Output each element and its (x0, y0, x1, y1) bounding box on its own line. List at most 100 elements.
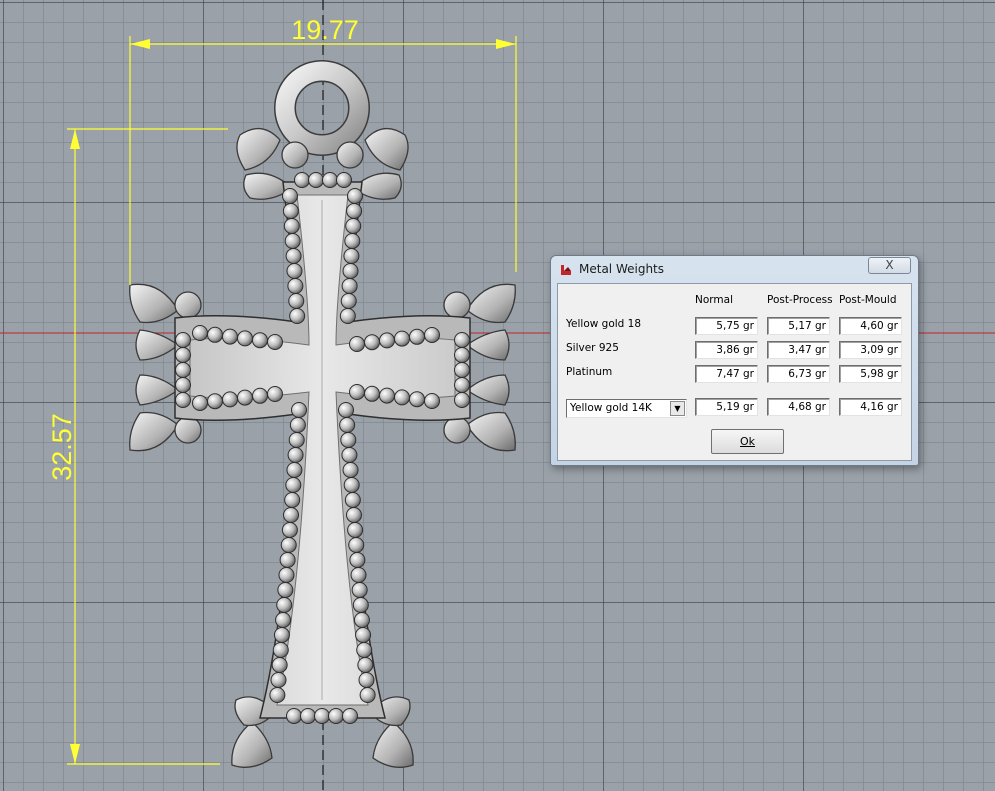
bead (394, 330, 410, 347)
bead (269, 687, 286, 703)
bead (339, 308, 356, 324)
close-icon: X (885, 258, 894, 272)
bead (328, 708, 344, 724)
bead (192, 325, 208, 341)
cross-pendant-model[interactable] (129, 60, 516, 768)
bead (341, 278, 358, 294)
dialog-titlebar[interactable]: Metal Weights X (551, 256, 918, 283)
bead (288, 293, 305, 309)
platinum-post-mould-field[interactable]: 5,98 gr (839, 365, 902, 383)
bead (454, 377, 470, 393)
bead (281, 522, 298, 538)
silver-925-post-mould-field[interactable]: 3,09 gr (839, 341, 902, 359)
bead (454, 347, 470, 363)
bead (364, 385, 380, 402)
bead (356, 642, 373, 658)
bead (282, 188, 298, 204)
close-button[interactable]: X (868, 257, 911, 274)
bead (267, 334, 283, 350)
bead (285, 477, 302, 493)
bead (322, 172, 338, 188)
column-header-post-mould: Post-Mould (839, 294, 897, 306)
column-header-normal: Normal (695, 294, 733, 306)
bead (278, 567, 295, 583)
bead (364, 334, 380, 351)
bead (284, 233, 301, 249)
bead (291, 402, 307, 418)
bead (343, 248, 360, 264)
bead (350, 567, 367, 583)
bead (252, 387, 268, 404)
bead (454, 392, 470, 408)
bead (287, 278, 304, 294)
silver-925-normal-field[interactable]: 3,86 gr (695, 341, 758, 359)
yellow-gold-18-post-process-field[interactable]: 5,17 gr (767, 317, 830, 335)
dialog-title: Metal Weights (579, 262, 665, 276)
width-dimension-label: 19.77 (291, 15, 359, 45)
bead (252, 332, 268, 349)
bead (175, 347, 191, 363)
row-label-yellow-gold-18: Yellow gold 18 (566, 318, 642, 330)
bead (300, 708, 316, 724)
dialog-client-area: Normal Post-Process Post-Mould Yellow go… (557, 283, 912, 461)
bead (286, 263, 303, 279)
cross-plate (189, 194, 456, 706)
bead (347, 188, 363, 204)
custom-metal-post-mould-field[interactable]: 4,16 gr (839, 398, 902, 416)
custom-metal-normal-field[interactable]: 5,19 gr (695, 398, 758, 416)
bead (342, 462, 359, 478)
platinum-normal-field[interactable]: 7,47 gr (695, 365, 758, 383)
bead (285, 248, 302, 264)
ok-button-label: Ok (739, 435, 756, 448)
bead (424, 327, 440, 343)
bead (288, 432, 305, 448)
silver-925-post-process-field[interactable]: 3,47 gr (767, 341, 830, 359)
bead (349, 552, 366, 568)
bead (338, 402, 354, 418)
bead (358, 672, 375, 688)
bead (294, 172, 310, 188)
bead (344, 233, 361, 249)
bead (222, 328, 238, 345)
bead (314, 708, 330, 724)
bead (284, 492, 301, 508)
bead (340, 432, 357, 448)
bead (409, 391, 425, 408)
bead (353, 612, 370, 628)
column-header-post-process: Post-Process (767, 294, 833, 306)
bead (343, 477, 360, 493)
bead (175, 332, 191, 348)
bead (351, 582, 368, 598)
platinum-post-process-field[interactable]: 6,73 gr (767, 365, 830, 383)
bead (287, 447, 304, 463)
bead (207, 326, 223, 343)
bead (336, 172, 352, 188)
ok-button[interactable]: Ok (711, 429, 784, 454)
bead (394, 389, 410, 406)
custom-metal-post-process-field[interactable]: 4,68 gr (767, 398, 830, 416)
bead (279, 552, 296, 568)
bead (342, 708, 358, 724)
bead (286, 462, 303, 478)
bead (308, 172, 324, 188)
bead (342, 263, 359, 279)
yellow-gold-18-post-mould-field[interactable]: 4,60 gr (839, 317, 902, 335)
metal-weights-dialog[interactable]: Metal Weights X Normal Post-Process Post… (550, 255, 919, 466)
bead (357, 657, 374, 673)
bead (454, 332, 470, 348)
height-dimension-label: 32.57 (47, 413, 77, 481)
bead (359, 687, 376, 703)
bead (282, 203, 299, 219)
bead (289, 308, 306, 324)
metal-select-dropdown[interactable]: Yellow gold 14K ▼ (566, 399, 687, 418)
dialog-app-icon (561, 265, 571, 275)
bead (280, 537, 297, 553)
bead (349, 336, 365, 352)
bead (283, 507, 300, 523)
bead (222, 391, 238, 408)
yellow-gold-18-normal-field[interactable]: 5,75 gr (695, 317, 758, 335)
bead (346, 203, 363, 219)
bead (340, 293, 357, 309)
bead (283, 218, 300, 234)
chevron-down-icon[interactable]: ▼ (670, 401, 685, 416)
